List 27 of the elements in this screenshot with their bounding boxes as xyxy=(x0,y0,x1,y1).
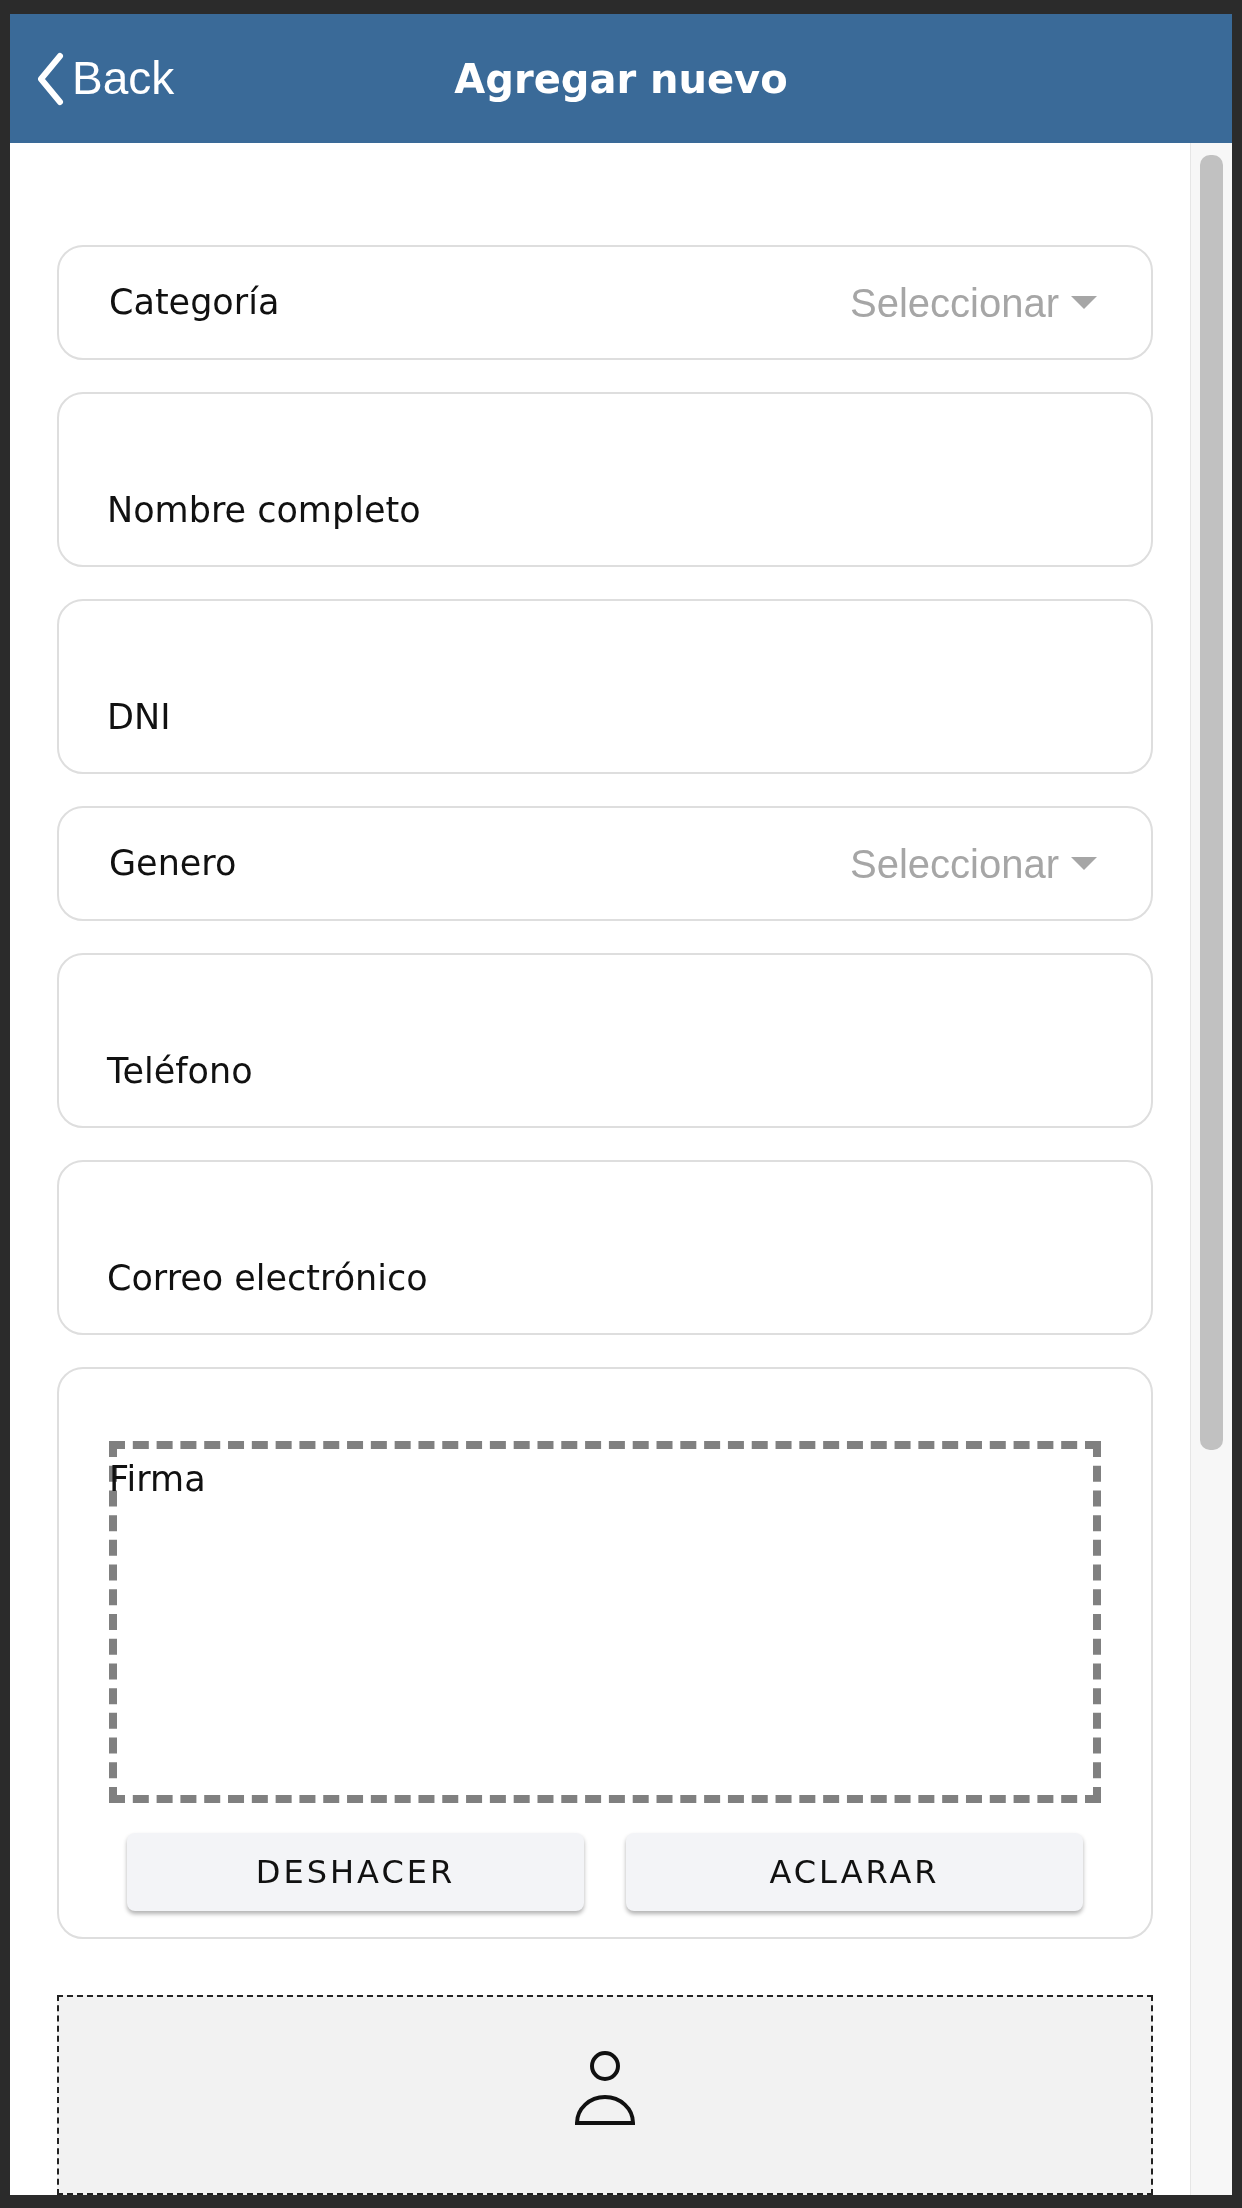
signature-pad[interactable] xyxy=(109,1441,1101,1803)
caret-icon xyxy=(1071,856,1097,871)
field-label: Correo electrónico xyxy=(107,1257,428,1300)
field-label: DNI xyxy=(107,696,171,739)
field-label: Categoría xyxy=(109,281,280,325)
photo-upload-area[interactable] xyxy=(57,1995,1153,2195)
field-label: Genero xyxy=(109,842,237,886)
input-field[interactable] xyxy=(57,1160,1153,1335)
input-field[interactable] xyxy=(57,953,1153,1128)
action-button[interactable]: DESHACER xyxy=(127,1833,584,1911)
chevron-left-icon xyxy=(36,51,64,106)
scrollbar-thumb[interactable] xyxy=(1200,155,1223,1450)
select-placeholder: Seleccionar xyxy=(850,840,1059,888)
back-button[interactable]: Back xyxy=(10,44,175,113)
input-field[interactable] xyxy=(57,599,1153,774)
select-placeholder: Seleccionar xyxy=(850,279,1059,327)
field-label: Teléfono xyxy=(107,1050,253,1093)
person-icon xyxy=(573,2049,637,2125)
signature-label: Firma xyxy=(109,1458,206,1501)
action-button[interactable]: ACLARAR xyxy=(626,1833,1083,1911)
field-label: Nombre completo xyxy=(107,489,421,532)
input-field[interactable] xyxy=(57,392,1153,567)
caret-icon xyxy=(1071,295,1097,310)
scrollbar[interactable] xyxy=(1190,143,1232,2195)
select-field[interactable]: Categoría Seleccionar xyxy=(57,245,1153,360)
screen-title: Agregar nuevo xyxy=(454,55,788,102)
select-field[interactable]: Genero Seleccionar xyxy=(57,806,1153,921)
